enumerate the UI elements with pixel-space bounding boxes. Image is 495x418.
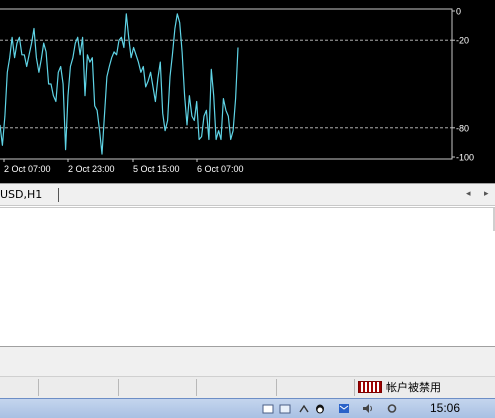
y-tick-label: -20 (456, 36, 469, 46)
status-divider (118, 379, 119, 396)
tray-settings-icon[interactable] (386, 403, 398, 414)
terminal-panel (0, 231, 495, 346)
tray-app-icon[interactable] (279, 403, 291, 414)
y-tick-label: 0 (456, 7, 461, 17)
taskbar-clock[interactable]: 15:06 (430, 401, 460, 415)
scroll-left-icon[interactable]: ◂ (466, 187, 471, 201)
series-line (0, 13, 239, 155)
y-tick-label: -100 (456, 153, 474, 163)
connection-status[interactable]: 帐户被禁用 (358, 379, 441, 396)
x-tick-label: 6 Oct 07:00 (197, 164, 244, 174)
x-tick-label: 5 Oct 15:00 (133, 164, 180, 174)
status-bar: 帐户被禁用 (0, 376, 495, 398)
plot-frame (0, 8, 453, 160)
connection-bars-icon (358, 381, 382, 393)
tray-app-icon[interactable] (262, 403, 274, 414)
tray-qq-icon[interactable] (314, 403, 326, 414)
status-divider (354, 379, 355, 396)
status-divider (196, 379, 197, 396)
x-tick-label: 2 Oct 23:00 (68, 164, 115, 174)
tray-volume-icon[interactable] (362, 403, 374, 414)
indicator-chart[interactable]: 0 -20 -80 -100 2 Oct 07:00 2 Oct 23:00 5 Oct 1… (0, 0, 495, 183)
y-tick-label: -80 (456, 123, 469, 133)
panel-header (0, 207, 495, 232)
connection-status-text: 帐户被禁用 (386, 381, 441, 394)
taskbar: 15:06 (0, 398, 495, 418)
tab-separator (58, 188, 59, 202)
chart-tab-usd-h1[interactable]: USD,H1 (0, 186, 48, 204)
chart-canvas: 0 -20 -80 -100 2 Oct 07:00 2 Oct 23:00 5 Oct 1… (0, 7, 474, 174)
tray-network-icon[interactable] (298, 403, 310, 414)
status-divider (38, 379, 39, 396)
scroll-right-icon[interactable]: ▸ (484, 187, 489, 201)
chart-tab-strip: USD,H1 ◂ ▸ (0, 183, 495, 206)
x-tick-label: 2 Oct 07:00 (4, 164, 51, 174)
tray-mail-icon[interactable] (338, 403, 350, 414)
status-divider (276, 379, 277, 396)
panel-splitter[interactable] (0, 346, 495, 376)
